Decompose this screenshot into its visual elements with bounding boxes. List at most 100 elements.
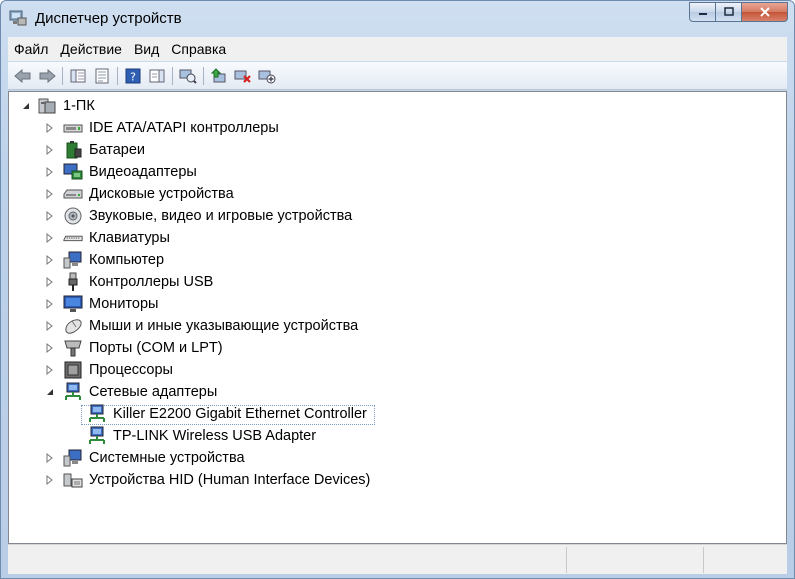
close-icon [759,7,770,17]
processor-icon [63,360,83,380]
category-label: Устройства HID (Human Interface Devices) [89,472,371,488]
tree-category-batteries[interactable]: Батареи [45,139,145,161]
category-label: Мониторы [89,296,159,312]
keyboard-icon [63,228,83,248]
maximize-button[interactable] [716,2,742,22]
close-button[interactable] [742,2,788,22]
mouse-icon [63,316,83,336]
expand-arrow-icon[interactable] [45,255,55,265]
uninstall-icon [234,70,251,83]
scan-hardware-button[interactable] [177,65,199,87]
category-label: Дисковые устройства [89,186,234,202]
properties-icon [95,68,109,83]
tree-root-label: 1-ПК [63,98,95,114]
expand-arrow-icon[interactable] [45,167,55,177]
help-button[interactable]: ? [122,65,144,87]
status-pane-tertiary [704,547,784,573]
expand-arrow-icon[interactable] [45,321,55,331]
scan-hardware-icon [179,69,197,84]
tree-category-keyboard[interactable]: Клавиатуры [45,227,170,249]
tree-category-monitors[interactable]: Мониторы [45,293,158,315]
toolbar-separator [172,66,173,85]
expand-arrow-icon[interactable] [45,475,55,485]
toolbar-separator [62,66,63,85]
expand-arrow-icon[interactable] [45,453,55,463]
device-label: Killer E2200 Gigabit Ethernet Controller [113,406,367,422]
tree-category-mice[interactable]: Мыши и иные указывающие устройства [45,315,358,337]
minimize-icon [698,13,707,15]
tree-device-killer-ethernet[interactable]: Killer E2200 Gigabit Ethernet Controller [87,403,367,425]
status-bar [8,544,787,574]
tree-category-sound[interactable]: Звуковые, видео и игровые устройства [45,205,352,227]
ide-controller-icon [63,118,83,138]
category-label: Мыши и иные указывающие устройства [89,318,359,334]
expand-arrow-icon[interactable] [45,277,55,287]
menu-bar: Файл Действие Вид Справка [8,37,787,61]
svg-text:?: ? [130,70,136,83]
computer-icon [63,250,83,270]
uninstall-button[interactable] [232,65,254,87]
action-pane-button[interactable] [146,65,168,87]
tree-root[interactable]: 1-ПК [21,95,95,117]
show-hide-console-tree-button[interactable] [67,65,89,87]
menu-action[interactable]: Действие [54,37,128,61]
expand-arrow-icon[interactable] [45,123,55,133]
system-device-icon [63,448,83,468]
tree-category-system[interactable]: Системные устройства [45,447,245,469]
network-adapter-icon [87,404,107,424]
tree-category-video[interactable]: Видеоадаптеры [45,161,197,183]
window-title: Диспетчер устройств [35,10,182,27]
tree-category-hid[interactable]: Устройства HID (Human Interface Devices) [45,469,370,491]
computer-root-icon [37,96,57,116]
usb-controller-icon [63,272,83,292]
title-bar[interactable]: Диспетчер устройств [1,1,794,35]
tree-device-tplink-wireless[interactable]: TP-LINK Wireless USB Adapter [87,425,316,447]
status-pane-secondary [567,547,704,573]
tree-category-processors[interactable]: Процессоры [45,359,173,381]
back-arrow-icon [14,68,31,83]
category-label: Сетевые адаптеры [89,384,218,400]
menu-help[interactable]: Справка [165,37,232,61]
tree-category-disk[interactable]: Дисковые устройства [45,183,234,205]
monitor-icon [63,294,83,314]
category-label: IDE ATA/ATAPI контроллеры [89,120,279,136]
tree-category-ports[interactable]: Порты (COM и LPT) [45,337,223,359]
tree-category-usb[interactable]: Контроллеры USB [45,271,213,293]
collapse-arrow-icon[interactable] [45,387,55,397]
disk-drive-icon [63,184,83,204]
device-manager-window: Диспетчер устройств Файл Действие Вид Сп… [0,0,795,579]
forward-button[interactable] [36,65,58,87]
forward-arrow-icon [39,68,56,83]
update-driver-button[interactable] [208,65,230,87]
toolbar: ? [8,62,787,90]
back-button[interactable] [12,65,34,87]
category-label: Компьютер [89,252,165,268]
hid-device-icon [63,470,83,490]
expand-arrow-icon[interactable] [45,145,55,155]
toolbar-separator [203,66,204,85]
device-tree-view[interactable]: 1-ПК IDE ATA/ATAPI контроллеры Батареи В… [8,91,787,544]
port-icon [63,338,83,358]
expand-arrow-icon[interactable] [45,365,55,375]
menu-view[interactable]: Вид [128,37,165,61]
expand-arrow-icon[interactable] [45,233,55,243]
properties-button[interactable] [91,65,113,87]
category-label: Видеоадаптеры [89,164,197,180]
update-driver-icon [210,67,226,82]
help-icon: ? [125,68,141,83]
expand-arrow-icon[interactable] [45,189,55,199]
menu-file[interactable]: Файл [8,37,54,61]
toolbar-separator [117,66,118,85]
disable-device-button[interactable] [256,65,278,87]
tree-category-network[interactable]: Сетевые адаптеры [45,381,217,403]
minimize-button[interactable] [689,2,716,22]
tree-category-ide[interactable]: IDE ATA/ATAPI контроллеры [45,117,279,139]
tree-category-computer[interactable]: Компьютер [45,249,164,271]
expand-arrow-icon[interactable] [45,343,55,353]
expand-arrow-icon[interactable] [45,299,55,309]
maximize-icon [723,7,734,16]
category-label: Системные устройства [89,450,245,466]
expand-arrow-icon[interactable] [45,211,55,221]
collapse-arrow-icon[interactable] [21,101,31,111]
battery-icon [63,140,83,160]
